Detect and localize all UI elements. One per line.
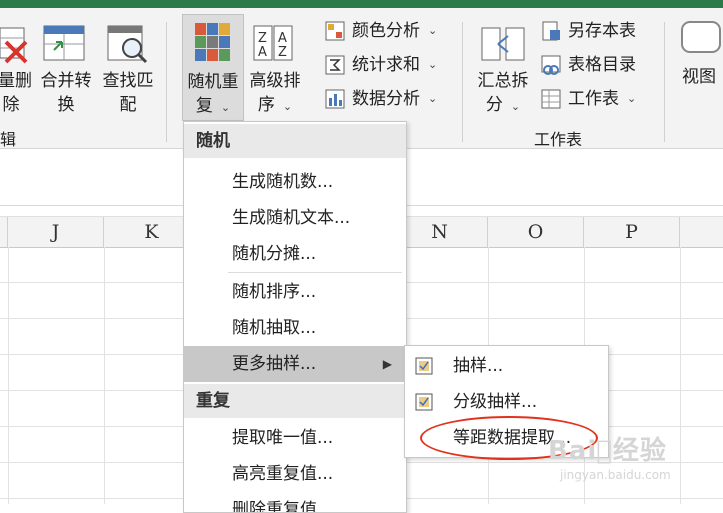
menu-item-random-extract[interactable]: 随机抽取... [184,310,406,346]
batch-delete-label-1: 量删 [0,71,32,91]
column-header-o[interactable]: O [488,217,584,247]
data-analysis-icon [324,88,346,110]
summary-split-label-2-text: 分 [485,95,503,115]
random-repeat-button[interactable]: 随机重 复 ⌄ [182,14,244,121]
column-header-j[interactable]: J [8,217,104,247]
chevron-down-icon: ⌄ [510,100,521,113]
column-header-spacer [0,217,8,247]
worksheet-label: 工作表 [568,89,619,109]
save-sheet-icon [540,20,562,42]
stat-sum-button[interactable]: 统计求和 ⌄ [324,52,437,78]
submenu-item-stratified-sampling-label: 分级抽样... [453,392,538,412]
menu-section-header-random: 随机 [184,124,406,158]
save-sheet-label: 另存本表 [568,21,636,41]
ribbon-separator [166,22,167,142]
color-grid-icon [195,23,230,61]
advanced-sort-label-1: 高级排 [249,71,301,91]
delete-table-icon [0,27,28,64]
sampling-icon [415,357,433,375]
svg-text:Z: Z [278,45,287,60]
summary-split-label-1: 汇总拆 [477,71,529,91]
svg-text:A: A [258,45,267,60]
save-sheet-button[interactable]: 另存本表 [540,18,636,44]
menu-item-generate-random-number[interactable]: 生成随机数... [184,164,406,200]
menu-section-header-repeat: 重复 [184,384,406,418]
advanced-sort-button[interactable]: Z A A Z 高级排 序 ⌄ [246,8,304,118]
title-bar-strip [0,0,723,8]
stat-sum-icon [324,54,346,76]
random-repeat-label-1: 随机重 [187,72,239,92]
submenu-arrow-icon: ▶ [382,357,392,371]
baidu-watermark-url: jingyan.baidu.com [560,468,671,482]
submenu-item-sampling-label: 抽样... [453,356,504,376]
menu-item-more-sampling-label: 更多抽样... [232,354,317,374]
worksheet-button[interactable]: 工作表 ⌄ [540,86,636,112]
table-directory-label: 表格目录 [568,55,636,75]
menu-item-random-sort[interactable]: 随机排序... [184,274,406,310]
chevron-down-icon: ⌄ [282,100,293,113]
chevron-down-icon: ⌄ [627,92,637,105]
grid-line [680,247,681,504]
group-label-edit: 辑 [0,130,17,149]
submenu-item-sampling[interactable]: 抽样... [405,348,608,384]
batch-delete-label-2: 除 [2,95,20,115]
grid-line [104,247,105,504]
chevron-down-icon: ⌄ [220,101,231,114]
baidu-watermark: Bai⃝经验 [548,436,667,466]
ribbon-separator [462,22,463,142]
svg-text:A: A [278,31,287,46]
merge-convert-label-2: 换 [57,95,75,115]
color-analysis-icon [324,20,346,42]
link-table-icon [540,54,562,76]
color-analysis-label: 颜色分析 [352,21,420,41]
stratified-sampling-icon [415,393,433,411]
data-analysis-label: 数据分析 [352,89,420,109]
grid-line [8,247,9,504]
summary-split-button[interactable]: 汇总拆 分 ⌄ [472,8,534,118]
worksheet-icon [540,88,562,110]
merge-convert-button[interactable]: 合并转 换 [36,8,96,118]
random-repeat-label-2-text: 复 [195,96,213,116]
chevron-down-icon: ⌄ [428,92,438,105]
menu-item-highlight-duplicates[interactable]: 高亮重复值... [184,456,406,492]
menu-item-extract-unique[interactable]: 提取唯一值... [184,420,406,456]
menu-item-more-sampling[interactable]: 更多抽样... ▶ [184,346,406,382]
advanced-sort-label-2-text: 序 [257,95,275,115]
random-repeat-dropdown-menu: 随机 生成随机数... 生成随机文本... 随机分摊... 随机排序... 随机… [183,121,407,513]
menu-item-random-allocate[interactable]: 随机分摊... [184,236,406,272]
merge-table-icon [43,25,85,61]
column-header-p[interactable]: P [584,217,680,247]
menu-item-generate-random-text[interactable]: 生成随机文本... [184,200,406,236]
submenu-item-stratified-sampling[interactable]: 分级抽样... [405,384,608,420]
svg-text:Z: Z [258,31,267,46]
az-sort-icon: Z A A Z [253,25,293,61]
stat-sum-label: 统计求和 [352,55,420,75]
menu-separator [228,272,402,273]
group-label-worksheet: 工作表 [534,130,583,149]
find-match-button[interactable]: 查找匹 配 [98,8,158,118]
magnifier-table-icon [107,25,148,64]
summary-split-label-2: 分 ⌄ [472,94,534,118]
merge-convert-label-1: 合并转 [40,71,92,91]
ribbon-separator [664,22,665,142]
table-directory-button[interactable]: 表格目录 [540,52,636,78]
menu-item-delete-duplicates[interactable]: 删除重复值... [184,492,406,512]
column-header-q[interactable] [680,217,723,247]
color-analysis-button[interactable]: 颜色分析 ⌄ [324,18,437,44]
batch-delete-button[interactable]: 量删 除 [0,8,34,118]
find-match-label-1: 查找匹 [102,71,154,91]
find-match-label-2: 配 [119,95,137,115]
random-repeat-label-2: 复 ⌄ [183,95,243,119]
advanced-sort-label-2: 序 ⌄ [246,94,304,118]
view-button[interactable]: 视图 [674,8,723,118]
view-icon [681,21,721,53]
chevron-down-icon: ⌄ [428,24,438,37]
split-sheets-icon [481,27,525,61]
chevron-down-icon: ⌄ [428,58,438,71]
data-analysis-button[interactable]: 数据分析 ⌄ [324,86,437,112]
view-label: 视图 [682,67,716,87]
